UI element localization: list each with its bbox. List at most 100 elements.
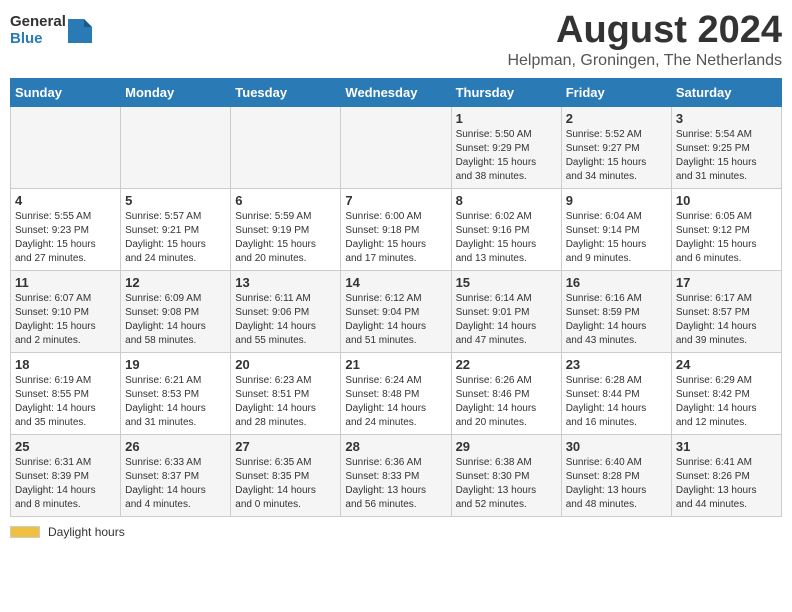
table-row: 26 Sunrise: 6:33 AM Sunset: 8:37 PM Dayli… [121, 434, 231, 516]
day-number: 29 [456, 439, 557, 454]
day-number: 22 [456, 357, 557, 372]
day-number: 1 [456, 111, 557, 126]
footer-note: Daylight hours [10, 525, 782, 539]
day-number: 9 [566, 193, 667, 208]
daylight-bar-icon [10, 526, 40, 538]
day-number: 21 [345, 357, 446, 372]
table-row: 3 Sunrise: 5:54 AM Sunset: 9:25 PM Daylig… [671, 106, 781, 188]
day-info: Sunrise: 5:54 AM Sunset: 9:25 PM Dayligh… [676, 128, 777, 184]
table-row: 15Sunrise: 6:14 AM Sunset: 9:01 PM Dayli… [451, 270, 561, 352]
calendar-week-row: 11Sunrise: 6:07 AM Sunset: 9:10 PM Dayli… [11, 270, 782, 352]
table-row: 7 Sunrise: 6:00 AM Sunset: 9:18 PM Daylig… [341, 188, 451, 270]
day-number: 16 [566, 275, 667, 290]
table-row: 28 Sunrise: 6:36 AM Sunset: 8:33 PM Dayli… [341, 434, 451, 516]
day-info: Sunrise: 6:11 AM Sunset: 9:06 PM Dayligh… [235, 292, 336, 348]
calendar-week-row: 18 Sunrise: 6:19 AM Sunset: 8:55 PM Dayli… [11, 352, 782, 434]
table-row: 14 Sunrise: 6:12 AM Sunset: 9:04 PM Dayli… [341, 270, 451, 352]
logo-text: General Blue [10, 14, 66, 47]
location-subtitle: Helpman, Groningen, The Netherlands [507, 52, 782, 70]
day-info: Sunrise: 6:26 AM Sunset: 8:46 PM Dayligh… [456, 374, 557, 430]
col-tuesday: Tuesday [231, 78, 341, 106]
table-row [231, 106, 341, 188]
page-container: General Blue August 2024 Helpman, Gronin… [10, 10, 782, 539]
col-saturday: Saturday [671, 78, 781, 106]
table-row: 16 Sunrise: 6:16 AM Sunset: 8:59 PM Dayli… [561, 270, 671, 352]
table-row [121, 106, 231, 188]
header: General Blue August 2024 Helpman, Gronin… [10, 10, 782, 70]
title-section: August 2024 Helpman, Groningen, The Neth… [507, 10, 782, 70]
day-number: 7 [345, 193, 446, 208]
table-row: 13 Sunrise: 6:11 AM Sunset: 9:06 PM Dayli… [231, 270, 341, 352]
calendar-week-row: 1Sunrise: 5:50 AM Sunset: 9:29 PM Daylig… [11, 106, 782, 188]
day-info: Sunrise: 6:02 AM Sunset: 9:16 PM Dayligh… [456, 210, 557, 266]
table-row: 24Sunrise: 6:29 AM Sunset: 8:42 PM Dayli… [671, 352, 781, 434]
col-friday: Friday [561, 78, 671, 106]
table-row: 29 Sunrise: 6:38 AM Sunset: 8:30 PM Dayli… [451, 434, 561, 516]
day-info: Sunrise: 6:29 AM Sunset: 8:42 PM Dayligh… [676, 374, 777, 430]
daylight-label: Daylight hours [48, 525, 125, 539]
day-info: Sunrise: 5:52 AM Sunset: 9:27 PM Dayligh… [566, 128, 667, 184]
table-row: 10Sunrise: 6:05 AM Sunset: 9:12 PM Dayli… [671, 188, 781, 270]
day-info: Sunrise: 6:16 AM Sunset: 8:59 PM Dayligh… [566, 292, 667, 348]
day-number: 14 [345, 275, 446, 290]
table-row [341, 106, 451, 188]
calendar-week-row: 4Sunrise: 5:55 AM Sunset: 9:23 PM Daylig… [11, 188, 782, 270]
day-number: 26 [125, 439, 226, 454]
day-number: 2 [566, 111, 667, 126]
table-row: 9 Sunrise: 6:04 AM Sunset: 9:14 PM Daylig… [561, 188, 671, 270]
table-row: 8Sunrise: 6:02 AM Sunset: 9:16 PM Daylig… [451, 188, 561, 270]
day-info: Sunrise: 6:41 AM Sunset: 8:26 PM Dayligh… [676, 456, 777, 512]
col-thursday: Thursday [451, 78, 561, 106]
calendar-table: Sunday Monday Tuesday Wednesday Thursday… [10, 78, 782, 517]
day-number: 3 [676, 111, 777, 126]
day-info: Sunrise: 5:59 AM Sunset: 9:19 PM Dayligh… [235, 210, 336, 266]
day-number: 25 [15, 439, 116, 454]
table-row: 18 Sunrise: 6:19 AM Sunset: 8:55 PM Dayli… [11, 352, 121, 434]
day-info: Sunrise: 6:19 AM Sunset: 8:55 PM Dayligh… [15, 374, 116, 430]
day-info: Sunrise: 6:12 AM Sunset: 9:04 PM Dayligh… [345, 292, 446, 348]
day-number: 23 [566, 357, 667, 372]
day-number: 18 [15, 357, 116, 372]
day-info: Sunrise: 6:35 AM Sunset: 8:35 PM Dayligh… [235, 456, 336, 512]
calendar-header-row: Sunday Monday Tuesday Wednesday Thursday… [11, 78, 782, 106]
day-number: 4 [15, 193, 116, 208]
table-row: 2 Sunrise: 5:52 AM Sunset: 9:27 PM Daylig… [561, 106, 671, 188]
day-info: Sunrise: 6:33 AM Sunset: 8:37 PM Dayligh… [125, 456, 226, 512]
day-number: 20 [235, 357, 336, 372]
day-number: 10 [676, 193, 777, 208]
logo: General Blue [10, 14, 92, 47]
day-number: 28 [345, 439, 446, 454]
table-row: 31 Sunrise: 6:41 AM Sunset: 8:26 PM Dayli… [671, 434, 781, 516]
calendar-week-row: 25 Sunrise: 6:31 AM Sunset: 8:39 PM Dayli… [11, 434, 782, 516]
day-info: Sunrise: 6:36 AM Sunset: 8:33 PM Dayligh… [345, 456, 446, 512]
table-row: 27Sunrise: 6:35 AM Sunset: 8:35 PM Dayli… [231, 434, 341, 516]
day-info: Sunrise: 6:09 AM Sunset: 9:08 PM Dayligh… [125, 292, 226, 348]
day-info: Sunrise: 6:14 AM Sunset: 9:01 PM Dayligh… [456, 292, 557, 348]
day-info: Sunrise: 6:24 AM Sunset: 8:48 PM Dayligh… [345, 374, 446, 430]
day-info: Sunrise: 6:38 AM Sunset: 8:30 PM Dayligh… [456, 456, 557, 512]
day-number: 17 [676, 275, 777, 290]
day-number: 11 [15, 275, 116, 290]
day-info: Sunrise: 6:00 AM Sunset: 9:18 PM Dayligh… [345, 210, 446, 266]
day-info: Sunrise: 5:57 AM Sunset: 9:21 PM Dayligh… [125, 210, 226, 266]
table-row: 30Sunrise: 6:40 AM Sunset: 8:28 PM Dayli… [561, 434, 671, 516]
col-sunday: Sunday [11, 78, 121, 106]
day-info: Sunrise: 6:04 AM Sunset: 9:14 PM Dayligh… [566, 210, 667, 266]
day-number: 31 [676, 439, 777, 454]
day-number: 19 [125, 357, 226, 372]
day-info: Sunrise: 6:31 AM Sunset: 8:39 PM Dayligh… [15, 456, 116, 512]
day-number: 30 [566, 439, 667, 454]
day-info: Sunrise: 6:17 AM Sunset: 8:57 PM Dayligh… [676, 292, 777, 348]
day-number: 13 [235, 275, 336, 290]
table-row: 1Sunrise: 5:50 AM Sunset: 9:29 PM Daylig… [451, 106, 561, 188]
day-info: Sunrise: 6:21 AM Sunset: 8:53 PM Dayligh… [125, 374, 226, 430]
table-row: 11Sunrise: 6:07 AM Sunset: 9:10 PM Dayli… [11, 270, 121, 352]
table-row: 23Sunrise: 6:28 AM Sunset: 8:44 PM Dayli… [561, 352, 671, 434]
month-year-title: August 2024 [507, 10, 782, 52]
col-wednesday: Wednesday [341, 78, 451, 106]
table-row: 20Sunrise: 6:23 AM Sunset: 8:51 PM Dayli… [231, 352, 341, 434]
col-monday: Monday [121, 78, 231, 106]
logo-general: General [10, 14, 66, 31]
logo-icon [68, 15, 92, 43]
table-row: 4Sunrise: 5:55 AM Sunset: 9:23 PM Daylig… [11, 188, 121, 270]
